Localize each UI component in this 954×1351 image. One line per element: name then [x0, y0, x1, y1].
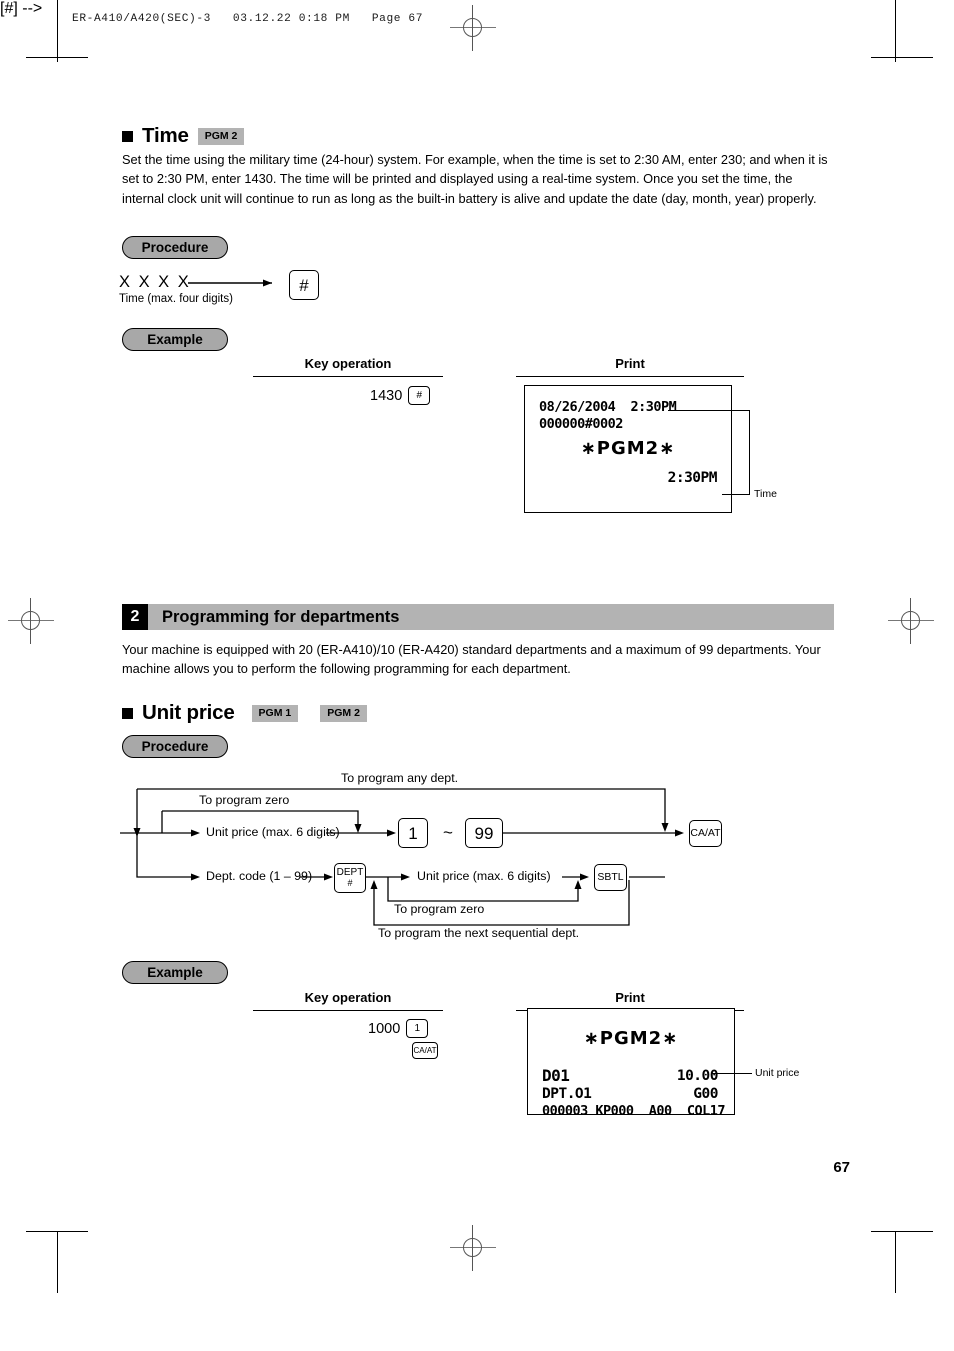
time-section-heading: Time PGM 2	[122, 124, 245, 148]
dept-key-icon[interactable]: DEPT #	[334, 863, 366, 893]
time-heading-text: Time	[142, 124, 189, 147]
section-2-title: Programming for departments	[162, 607, 400, 626]
numeric-key-1-icon[interactable]: 1	[398, 818, 428, 848]
crop-mark-bottom-right-vertical	[895, 1231, 896, 1293]
unit-price-key-entry-value: 1000	[368, 1020, 401, 1037]
unit-price-key-operation-row-2: CA/AT	[412, 1042, 438, 1059]
time-receipt-time-line: 2:30PM	[667, 470, 718, 486]
flow-label-next-sequential-dept: To program the next sequential dept.	[378, 926, 580, 940]
registration-mark-bottom	[450, 1225, 496, 1271]
time-procedure-input-glyph: X X X X	[119, 273, 191, 291]
crop-mark-bottom-left-horizontal	[26, 1231, 88, 1232]
crop-mark-top-right-vertical	[895, 0, 896, 62]
flow-key-1: 1	[398, 818, 428, 848]
print-file-header: ER-A410/A420(SEC)-3 03.12.22 0:18 PM Pag…	[72, 13, 424, 25]
pgm2-badge: PGM 2	[197, 127, 245, 145]
numeric-key-99-icon[interactable]: 99	[465, 818, 503, 848]
manual-page: ER-A410/A420(SEC)-3 03.12.22 0:18 PM Pag…	[0, 0, 954, 1351]
time-receipt-line-2: 000000#0002	[539, 416, 623, 432]
dept-key-label-line1: DEPT	[336, 867, 364, 878]
unit-price-receipt-mode-line: ∗PGM2∗	[583, 1028, 679, 1049]
time-section-body: Set the time using the military time (24…	[122, 152, 828, 206]
time-key-operation-caption: Key operation	[253, 356, 443, 377]
unit-price-callout-line	[712, 1073, 752, 1075]
sbtl-key-icon[interactable]: SBTL	[594, 864, 627, 891]
flow-label-program-zero-bottom: To program zero	[394, 902, 485, 916]
time-example-pill: Example	[122, 328, 228, 351]
crop-mark-top-left-horizontal	[26, 57, 88, 58]
flow-tilde-separator: ~	[443, 823, 453, 842]
time-receipt-mode-line: ∗PGM2∗	[580, 438, 676, 459]
ca-at-key-icon[interactable]: CA/AT	[689, 820, 722, 847]
section-2-number: 2	[122, 604, 148, 630]
time-procedure-input-caption: Time (max. four digits)	[119, 293, 233, 305]
crop-mark-top-right-horizontal	[871, 57, 933, 58]
time-callout-line-horizontal-bottom	[722, 494, 750, 496]
registration-mark-top	[450, 5, 496, 51]
ca-at-key-icon[interactable]: CA/AT	[412, 1042, 438, 1059]
flow-key-sbtl: SBTL	[594, 864, 627, 891]
unit-price-heading-text: Unit price	[142, 701, 235, 724]
unit-price-key-operation-row: 1000 1	[368, 1019, 429, 1038]
time-receipt-box: 08/26/2004 2:30PM 000000#0002 ∗PGM2∗ 2:3…	[524, 385, 732, 513]
time-procedure-hash-key: #	[289, 270, 319, 300]
pgm2-badge: PGM 2	[320, 704, 367, 722]
hash-key-icon[interactable]: #	[289, 270, 319, 300]
time-print-caption: Print	[516, 356, 744, 377]
unit-price-receipt-box: ∗PGM2∗ D01 10.00 DPT.O1 G00 000003 KP000…	[527, 1008, 735, 1119]
flow-key-caat-top: CA/AT	[689, 820, 722, 847]
section-2-banner: 2 Programming for departments	[122, 604, 834, 630]
flow-label-unit-price-top: Unit price (max. 6 digits)	[206, 825, 340, 839]
unit-price-receipt-line1-right: 10.00	[676, 1068, 719, 1084]
square-bullet-icon	[122, 130, 133, 142]
unit-price-procedure-pill: Procedure	[122, 735, 228, 758]
dept-key-label-line2: #	[347, 878, 353, 888]
flow-key-99: 99	[465, 818, 503, 848]
hash-key-icon[interactable]: #	[408, 386, 431, 405]
unit-price-receipt-line2-left: DPT.O1	[542, 1086, 592, 1102]
unit-price-receipt-line3: 000003 KP000 A00 COL17	[542, 1103, 726, 1119]
time-callout-line-horizontal-top	[668, 410, 750, 412]
time-callout-line-vertical	[749, 410, 751, 495]
registration-mark-left	[8, 598, 54, 644]
crop-mark-top-left-vertical	[57, 0, 58, 62]
unit-price-callout-label: Unit price	[755, 1067, 800, 1079]
time-procedure-pill: Procedure	[122, 236, 228, 259]
unit-price-example-pill: Example	[122, 961, 228, 984]
page-number: 67	[833, 1159, 850, 1176]
time-key-operation-row: 1430 #	[370, 386, 431, 405]
unit-price-receipt-line1-left: D01	[542, 1066, 570, 1085]
unit-price-heading: Unit price PGM 1 PGM 2	[122, 701, 367, 725]
crop-mark-bottom-right-horizontal	[871, 1231, 933, 1232]
flow-key-dept: DEPT #	[334, 862, 366, 893]
flow-label-program-zero-top: To program zero	[199, 793, 290, 807]
unit-price-key-operation-caption: Key operation	[253, 990, 443, 1011]
unit-price-receipt-line2-right: G00	[693, 1086, 718, 1102]
square-bullet-icon	[122, 707, 133, 719]
registration-mark-right	[888, 598, 934, 644]
dept-section-body: Your machine is equipped with 20 (ER-A41…	[122, 642, 821, 677]
crop-mark-bottom-left-vertical	[57, 1231, 58, 1293]
pgm1-badge: PGM 1	[251, 704, 299, 722]
time-key-entry-value: 1430	[370, 387, 403, 404]
time-receipt-line-1: 08/26/2004 2:30PM	[539, 399, 677, 415]
flow-label-any-dept: To program any dept.	[341, 771, 459, 785]
time-callout-label: Time	[754, 488, 777, 500]
flow-label-dept-code: Dept. code (1 – 99)	[206, 869, 313, 883]
flow-label-unit-price-bottom: Unit price (max. 6 digits)	[417, 869, 551, 883]
numeric-key-1-icon[interactable]: 1	[406, 1019, 429, 1038]
